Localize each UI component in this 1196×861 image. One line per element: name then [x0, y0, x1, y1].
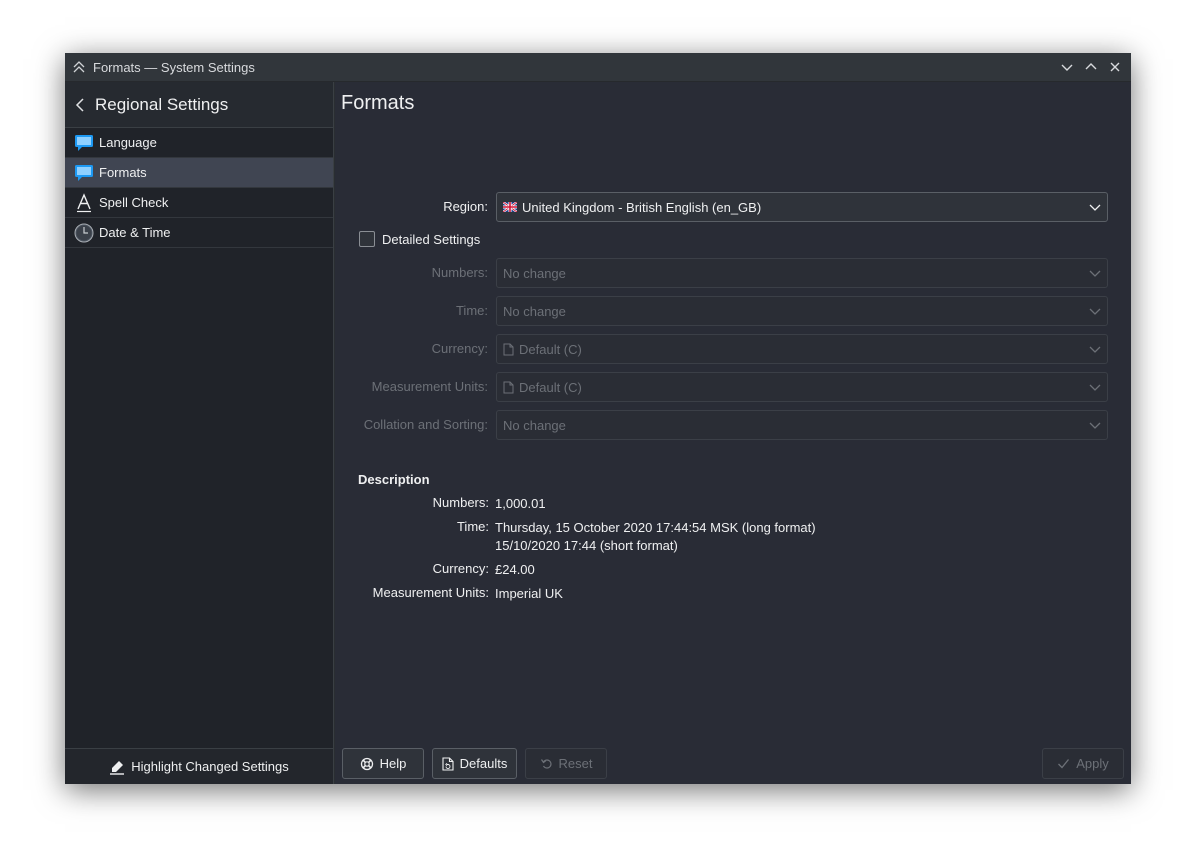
- window-title: Formats — System Settings: [93, 59, 255, 75]
- description-units-label: Measurement Units:: [372, 585, 489, 600]
- help-label: Help: [379, 756, 407, 771]
- region-combobox[interactable]: United Kingdom - British English (en_GB): [496, 192, 1108, 222]
- chevron-down-icon: [1089, 419, 1101, 434]
- measurement-units-label: Measurement Units:: [371, 379, 488, 394]
- description-units-value: Imperial UK: [495, 586, 563, 601]
- highlight-changed-settings-label: Highlight Changed Settings: [131, 759, 289, 774]
- description-numbers-label: Numbers:: [432, 495, 489, 510]
- document-icon: [503, 381, 514, 394]
- sidebar-header[interactable]: Regional Settings: [65, 82, 333, 128]
- currency-value: Default (C): [519, 341, 582, 357]
- apply-button[interactable]: Apply: [1042, 748, 1124, 779]
- defaults-document-icon: [442, 756, 454, 771]
- region-row: Region: United Kingdom - British English…: [335, 192, 1131, 222]
- maximize-button[interactable]: [1079, 55, 1103, 79]
- chevron-down-icon: [1089, 343, 1101, 358]
- collation-combobox[interactable]: No change: [496, 410, 1108, 440]
- uk-flag-icon: [503, 202, 517, 212]
- detailed-settings-checkbox[interactable]: [359, 231, 375, 247]
- reset-label: Reset: [558, 756, 593, 771]
- description-time-long: Thursday, 15 October 2020 17:44:54 MSK (…: [495, 520, 816, 535]
- sidebar-item-label: Language: [99, 135, 157, 150]
- sidebar-title: Regional Settings: [95, 94, 229, 114]
- title-bar[interactable]: Formats — System Settings: [65, 53, 1131, 82]
- measurement-units-combobox[interactable]: Default (C): [496, 372, 1108, 402]
- sidebar-item-label: Spell Check: [99, 195, 169, 210]
- checkmark-icon: [1057, 757, 1070, 770]
- highlight-changed-settings-button[interactable]: Highlight Changed Settings: [65, 748, 333, 784]
- collation-value: No change: [503, 417, 566, 433]
- description-title: Description: [358, 472, 430, 487]
- numbers-label: Numbers:: [431, 265, 488, 280]
- description-currency-value: £24.00: [495, 562, 535, 577]
- description-time-short: 15/10/2020 17:44 (short format): [495, 538, 678, 553]
- description-time-label: Time:: [456, 519, 489, 534]
- formats-icon: [73, 163, 95, 183]
- collation-label: Collation and Sorting:: [363, 417, 488, 432]
- time-value: No change: [503, 303, 566, 319]
- detailed-settings-checkbox-row[interactable]: Detailed Settings: [359, 231, 480, 247]
- system-settings-window: Formats — System Settings Regional Setti…: [65, 53, 1131, 784]
- sidebar-item-label: Date & Time: [99, 225, 171, 240]
- numbers-row: Numbers: No change: [335, 258, 1131, 288]
- time-combobox[interactable]: No change: [496, 296, 1108, 326]
- close-button[interactable]: [1103, 55, 1127, 79]
- reset-button[interactable]: Reset: [525, 748, 607, 779]
- clock-icon: [73, 223, 95, 243]
- description-currency-label: Currency:: [432, 561, 489, 576]
- help-lifebuoy-icon: [360, 757, 374, 771]
- currency-label: Currency:: [431, 341, 488, 356]
- defaults-button[interactable]: Defaults: [432, 748, 517, 779]
- detailed-settings-label: Detailed Settings: [382, 231, 481, 247]
- currency-row: Currency: Default (C): [335, 334, 1131, 364]
- sidebar-item-label: Formats: [99, 165, 147, 180]
- collation-row: Collation and Sorting: No change: [335, 410, 1131, 440]
- currency-combobox[interactable]: Default (C): [496, 334, 1108, 364]
- sidebar-item-formats[interactable]: Formats: [65, 158, 333, 188]
- chevron-down-icon: [1089, 305, 1101, 320]
- time-label: Time:: [455, 303, 488, 318]
- chevron-down-icon: [1089, 381, 1101, 396]
- numbers-combobox[interactable]: No change: [496, 258, 1108, 288]
- sidebar-item-language[interactable]: Language: [65, 128, 333, 158]
- spell-check-icon: [73, 192, 95, 213]
- sidebar-item-spell-check[interactable]: Spell Check: [65, 188, 333, 218]
- page-title: Formats: [341, 92, 415, 114]
- chevron-down-icon: [1089, 267, 1101, 282]
- window-menu-icon[interactable]: [65, 60, 93, 74]
- back-arrow-icon[interactable]: [75, 97, 93, 112]
- main-panel: Formats Region: United Kingdom - British…: [335, 82, 1131, 784]
- sidebar: Regional Settings Language Formats Spell…: [65, 82, 334, 784]
- measurement-units-row: Measurement Units: Default (C): [335, 372, 1131, 402]
- measurement-units-value: Default (C): [519, 379, 582, 395]
- chevron-down-icon: [1089, 201, 1101, 216]
- numbers-value: No change: [503, 265, 566, 281]
- region-label: Region:: [443, 199, 488, 214]
- undo-icon: [540, 757, 553, 770]
- sidebar-item-date-time[interactable]: Date & Time: [65, 218, 333, 248]
- time-row: Time: No change: [335, 296, 1131, 326]
- button-bar: Help Defaults Reset Apply: [335, 745, 1131, 784]
- minimize-button[interactable]: [1055, 55, 1079, 79]
- apply-label: Apply: [1076, 756, 1109, 771]
- language-icon: [73, 133, 95, 153]
- document-icon: [503, 343, 514, 356]
- help-button[interactable]: Help: [342, 748, 424, 779]
- region-value: United Kingdom - British English (en_GB): [522, 199, 762, 215]
- defaults-label: Defaults: [459, 756, 508, 771]
- highlighter-icon: [109, 759, 125, 775]
- description-numbers-value: 1,000.01: [495, 496, 546, 511]
